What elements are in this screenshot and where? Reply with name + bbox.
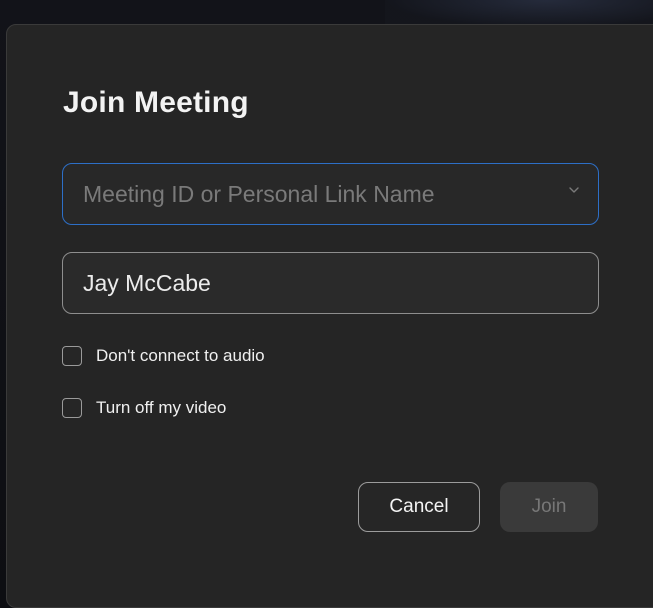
video-off-label: Turn off my video xyxy=(96,398,227,417)
no-audio-label: Don't connect to audio xyxy=(96,346,265,365)
join-button[interactable]: Join xyxy=(500,482,598,532)
meeting-id-input[interactable] xyxy=(83,164,553,224)
cancel-button[interactable]: Cancel xyxy=(358,482,480,532)
option-video-off[interactable]: Turn off my video xyxy=(62,398,226,418)
no-audio-checkbox[interactable] xyxy=(62,346,82,366)
dialog-title: Join Meeting xyxy=(63,86,249,119)
meeting-id-field[interactable] xyxy=(62,163,599,225)
chevron-down-icon[interactable] xyxy=(568,184,580,196)
option-no-audio[interactable]: Don't connect to audio xyxy=(62,346,265,366)
video-off-checkbox[interactable] xyxy=(62,398,82,418)
display-name-input[interactable] xyxy=(83,253,553,313)
display-name-field[interactable] xyxy=(62,252,599,314)
